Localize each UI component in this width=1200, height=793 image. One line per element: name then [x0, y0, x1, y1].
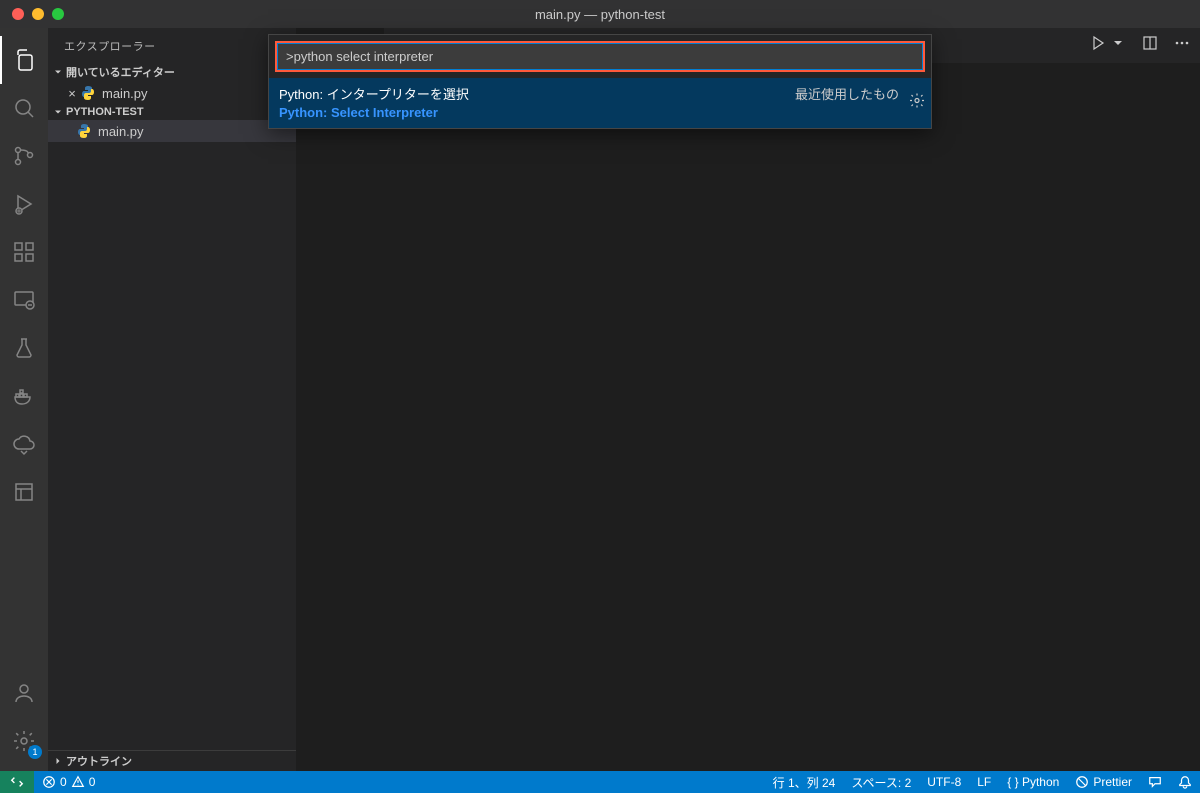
minimize-window-button[interactable]	[32, 8, 44, 20]
run-icon[interactable]	[1090, 35, 1106, 56]
remote-indicator[interactable]	[0, 771, 34, 793]
python-file-icon	[80, 85, 96, 101]
window-controls	[12, 8, 64, 20]
prettier-label: Prettier	[1093, 775, 1132, 789]
eol[interactable]: LF	[969, 771, 999, 793]
editor-body[interactable]	[296, 85, 1200, 771]
outline-label: アウトライン	[66, 753, 132, 769]
result-recent-label: 最近使用したもの	[795, 84, 899, 103]
encoding[interactable]: UTF-8	[919, 771, 969, 793]
result-title-en: Python: Select Interpreter	[279, 105, 795, 120]
warnings-count: 0	[89, 775, 96, 789]
command-palette-result[interactable]: Python: インタープリターを選択 Python: Select Inter…	[269, 78, 931, 128]
chevron-down-icon	[50, 66, 66, 78]
titlebar: main.py — python-test	[0, 0, 1200, 28]
chevron-down-icon[interactable]	[1110, 35, 1126, 56]
language-mode[interactable]: { } Python	[999, 771, 1067, 793]
close-window-button[interactable]	[12, 8, 24, 20]
file-name: main.py	[98, 124, 144, 139]
open-editor-name: main.py	[102, 86, 148, 101]
command-palette-input[interactable]	[277, 43, 923, 70]
notifications-icon[interactable]	[1170, 771, 1200, 793]
close-editor-icon[interactable]: ×	[64, 86, 80, 101]
search-icon[interactable]	[0, 84, 48, 132]
source-control-icon[interactable]	[0, 132, 48, 180]
outline-header[interactable]: アウトライン	[48, 751, 296, 771]
open-editors-label: 開いているエディター	[66, 64, 175, 80]
more-icon[interactable]	[1174, 35, 1190, 56]
maximize-window-button[interactable]	[52, 8, 64, 20]
command-palette: Python: インタープリターを選択 Python: Select Inter…	[268, 34, 932, 129]
workspace-header[interactable]: PYTHON-TEST	[48, 104, 296, 120]
accounts-icon[interactable]	[0, 669, 48, 717]
open-editors-header[interactable]: 開いているエディター	[48, 62, 296, 82]
window-title: main.py — python-test	[535, 7, 665, 22]
editor-area: main.py main.py	[296, 28, 1200, 771]
gear-icon[interactable]	[909, 93, 925, 114]
python-file-icon	[76, 123, 92, 139]
workspace-name: PYTHON-TEST	[66, 106, 144, 118]
testing-icon[interactable]	[0, 324, 48, 372]
open-editor-item[interactable]: × main.py	[48, 82, 296, 104]
extensions-icon[interactable]	[0, 228, 48, 276]
activity-bar: 1	[0, 28, 48, 771]
prettier-status[interactable]: Prettier	[1067, 771, 1140, 793]
status-bar: 0 0 行 1、列 24 スペース: 2 UTF-8 LF { } Python…	[0, 771, 1200, 793]
explorer-icon[interactable]	[0, 36, 48, 84]
indentation[interactable]: スペース: 2	[843, 771, 919, 793]
highlight-box	[275, 41, 925, 72]
chevron-right-icon	[50, 755, 66, 767]
settings-gear-icon[interactable]: 1	[0, 717, 48, 765]
remote-explorer-icon[interactable]	[0, 276, 48, 324]
layout-icon[interactable]	[0, 468, 48, 516]
docker-icon[interactable]	[0, 372, 48, 420]
sidebar-title: エクスプローラー	[48, 28, 296, 62]
split-editor-icon[interactable]	[1142, 35, 1158, 56]
settings-badge: 1	[28, 745, 42, 759]
file-tree-item[interactable]: main.py	[48, 120, 296, 142]
tab-actions	[1090, 35, 1200, 56]
run-debug-icon[interactable]	[0, 180, 48, 228]
problems-item[interactable]: 0 0	[34, 771, 103, 793]
cursor-position[interactable]: 行 1、列 24	[765, 771, 844, 793]
feedback-icon[interactable]	[1140, 771, 1170, 793]
cloud-icon[interactable]	[0, 420, 48, 468]
errors-count: 0	[60, 775, 67, 789]
chevron-down-icon	[50, 106, 66, 118]
sidebar: エクスプローラー 開いているエディター × main.py PYTHON-TES…	[48, 28, 296, 771]
result-title-jp: Python: インタープリターを選択	[279, 84, 795, 103]
